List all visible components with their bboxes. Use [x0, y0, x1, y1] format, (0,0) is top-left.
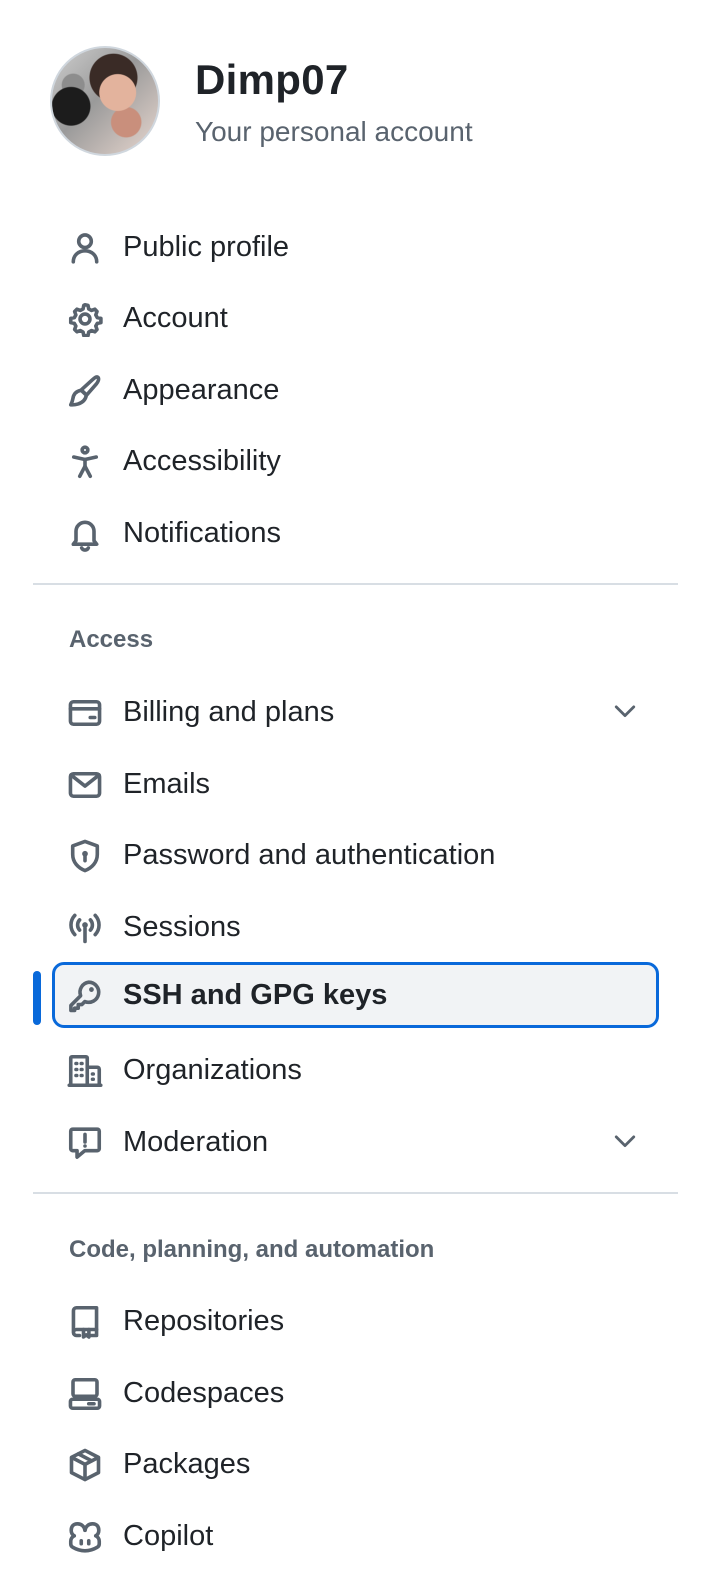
repo-icon	[67, 1304, 103, 1340]
nav-item-label: Copilot	[123, 1520, 214, 1552]
nav-item-label: Notifications	[123, 517, 281, 549]
shield-lock-icon	[67, 838, 103, 874]
nav-item-billing-and-plans[interactable]: Billing and plans	[52, 679, 659, 745]
nav-item-label: Accessibility	[123, 445, 281, 477]
nav-item-label: Moderation	[123, 1126, 269, 1158]
nav-item-notifications[interactable]: Notifications	[52, 500, 659, 566]
account-header: Dimp07 Your personal account	[50, 46, 670, 158]
organization-icon	[67, 1053, 103, 1089]
gear-icon	[67, 301, 103, 337]
accessibility-icon	[67, 444, 103, 480]
nav-item-password-and-authentication[interactable]: Password and authentication	[52, 822, 659, 888]
nav-item-label: Sessions	[123, 911, 241, 943]
nav-item-label: Emails	[123, 768, 211, 800]
nav-item-codespaces[interactable]: Codespaces	[52, 1360, 659, 1426]
nav-item-repositories[interactable]: Repositories	[52, 1288, 659, 1354]
nav-item-label: Appearance	[123, 374, 280, 406]
nav-item-label: Codespaces	[123, 1377, 285, 1409]
package-icon	[67, 1447, 103, 1483]
nav-item-public-profile[interactable]: Public profile	[52, 214, 659, 280]
nav-item-label: Password and authentication	[123, 839, 496, 871]
nav-item-moderation[interactable]: Moderation	[52, 1109, 659, 1175]
paintbrush-icon	[67, 373, 103, 409]
section-title-code-planning-automation: Code, planning, and automation	[69, 1236, 435, 1263]
copilot-icon	[67, 1519, 103, 1555]
chevron-down-icon[interactable]	[611, 1127, 639, 1155]
person-icon	[67, 230, 103, 266]
nav-item-label: Billing and plans	[123, 696, 335, 728]
nav-item-sessions[interactable]: Sessions	[52, 894, 659, 960]
active-indicator	[33, 971, 41, 1025]
nav-item-label: Organizations	[123, 1054, 302, 1086]
nav-item-label: Repositories	[123, 1305, 285, 1337]
account-username: Dimp07	[195, 56, 349, 103]
nav-item-emails[interactable]: Emails	[52, 751, 659, 817]
mail-icon	[67, 767, 103, 803]
chevron-down-icon[interactable]	[611, 697, 639, 725]
codespaces-icon	[67, 1376, 103, 1412]
bell-icon	[67, 516, 103, 552]
nav-item-label: Packages	[123, 1448, 251, 1480]
nav-item-label: SSH and GPG keys	[123, 979, 388, 1011]
nav-item-label: Public profile	[123, 231, 290, 263]
avatar[interactable]	[50, 46, 160, 156]
nav-item-accessibility[interactable]: Accessibility	[52, 428, 659, 494]
key-icon	[67, 978, 103, 1014]
account-subtitle: Your personal account	[195, 116, 473, 147]
nav-item-copilot[interactable]: Copilot	[52, 1503, 659, 1569]
section-title-access: Access	[69, 626, 154, 653]
nav-item-ssh-and-gpg-keys[interactable]: SSH and GPG keys	[52, 962, 659, 1028]
credit-card-icon	[67, 695, 103, 731]
nav-item-appearance[interactable]: Appearance	[52, 357, 659, 423]
broadcast-icon	[67, 910, 103, 946]
nav-item-packages[interactable]: Packages	[52, 1431, 659, 1497]
nav-item-account[interactable]: Account	[52, 285, 659, 351]
nav-item-label: Account	[123, 302, 228, 334]
divider	[33, 583, 678, 585]
divider	[33, 1192, 678, 1194]
nav-item-organizations[interactable]: Organizations	[52, 1037, 659, 1103]
report-icon	[67, 1125, 103, 1161]
